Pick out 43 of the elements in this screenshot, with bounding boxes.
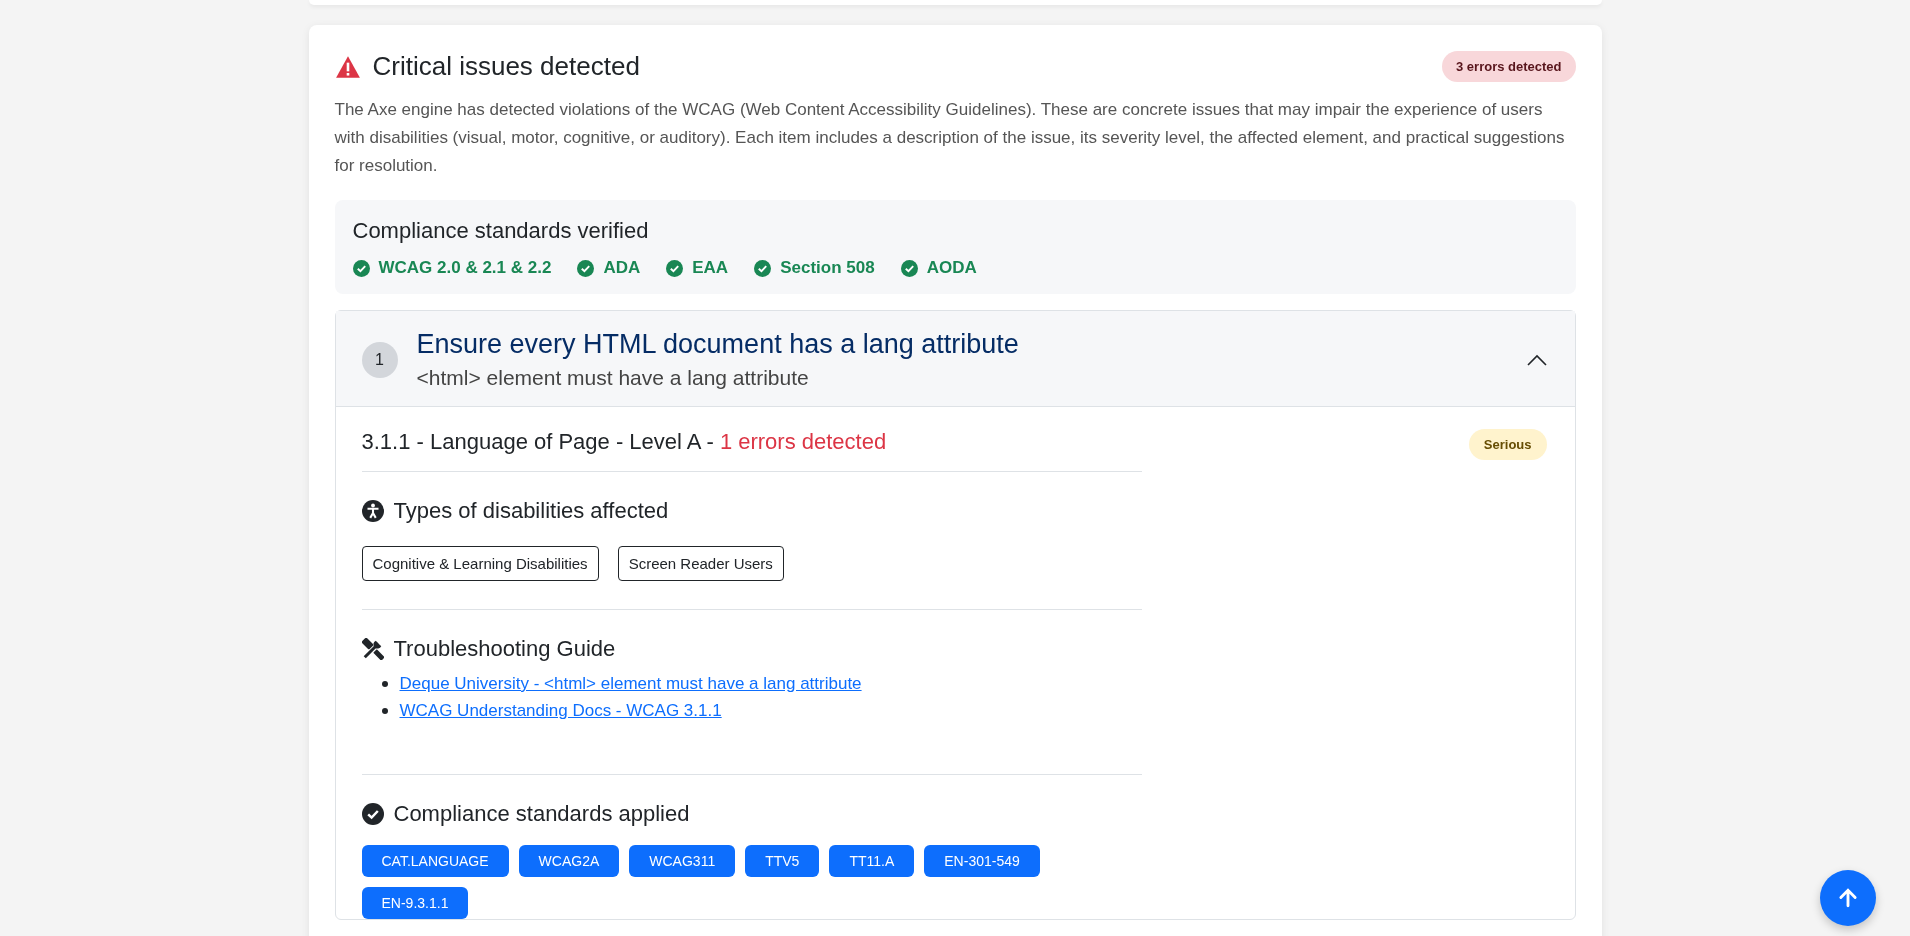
section-title: Critical issues detected: [372, 51, 641, 82]
description-text: The Axe engine has detected violations of the WCAG (Web Content Accessibility Guidelines). These are concrete issues that may impair the experience of users with disabilities (visual, motor, cognitive, or auditory). Each item includes a description of the issue, its severity level, the affected element, and practical suggestions for resolution.: [334, 99, 1566, 177]
check-circle-icon: [577, 259, 595, 277]
warning-icon: [334, 54, 361, 79]
issue-subtitle: <html> element must have a lang attribute: [416, 366, 810, 390]
issue-number: 1: [361, 341, 398, 378]
standard-label: EAA: [692, 258, 729, 278]
check-circle-icon: [352, 259, 370, 277]
guide-link[interactable]: Deque University - <html> element must have a lang attribute: [399, 670, 862, 697]
standard-tag: TT11.A: [829, 845, 915, 877]
standards-title: Compliance standards verified: [352, 218, 650, 244]
bullet-icon: [381, 707, 388, 714]
standard-tag: CAT.LANGUAGE: [361, 845, 509, 877]
guide-link[interactable]: WCAG Understanding Docs - WCAG 3.1.1: [399, 697, 722, 724]
standard-label: WCAG 2.0 & 2.1 & 2.2: [378, 258, 552, 278]
section-heading: Types of disabilities affected: [393, 498, 669, 524]
accordion-header[interactable]: 1 Ensure every HTML document has a lang attribute <html> element must have a lang attribute: [335, 311, 1575, 407]
error-count-badge: 3 errors detected: [1442, 51, 1576, 82]
accessibility-icon: [361, 500, 384, 522]
standard-tag: WCAG2A: [518, 845, 620, 877]
section-heading: Compliance standards applied: [393, 801, 690, 827]
standard-tag: EN-301-549: [924, 845, 1040, 877]
check-circle-icon: [361, 803, 384, 825]
section-heading: Troubleshooting Guide: [393, 636, 616, 662]
bullet-icon: [381, 680, 388, 687]
disability-tag: Screen Reader Users: [617, 546, 784, 581]
severity-badge: Serious: [1468, 429, 1547, 460]
check-circle-icon: [900, 259, 918, 277]
arrow-up-icon: [1837, 887, 1859, 909]
standard-label: Section 508: [780, 258, 875, 278]
standard-tag: WCAG311: [629, 845, 736, 877]
tools-icon: [361, 638, 384, 660]
criterion-heading: 3.1.1 - Language of Page - Level A - 1 errors detected: [361, 429, 888, 455]
standard-label: AODA: [926, 258, 977, 278]
disability-tag: Cognitive & Learning Disabilities: [361, 546, 599, 581]
standard-tag: TTV5: [745, 845, 820, 877]
issue-title: Ensure every HTML document has a lang attribute: [416, 329, 1020, 360]
check-circle-icon: [666, 259, 684, 277]
scroll-to-top-button[interactable]: [1820, 870, 1876, 926]
standard-label: ADA: [603, 258, 641, 278]
chevron-icon: [1526, 353, 1547, 366]
check-circle-icon: [754, 259, 772, 277]
standard-tag: EN-9.3.1.1: [361, 887, 469, 919]
